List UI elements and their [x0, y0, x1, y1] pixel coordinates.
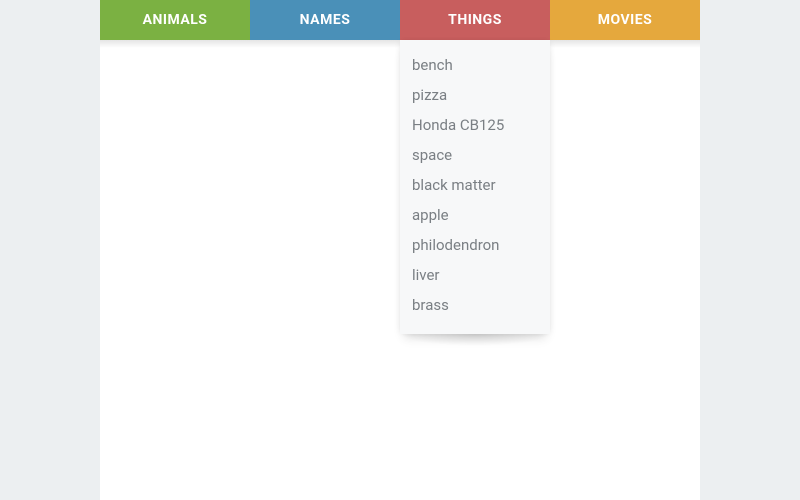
dropdown-item-label: philodendron	[412, 236, 499, 254]
dropdown-item[interactable]: liver	[400, 260, 550, 290]
dropdown-item[interactable]: black matter	[400, 170, 550, 200]
dropdown-item[interactable]: philodendron	[400, 230, 550, 260]
dropdown-item-label: bench	[412, 56, 453, 74]
dropdown-item-label: black matter	[412, 176, 496, 194]
tab-animals[interactable]: ANIMALS	[100, 0, 250, 40]
page-container: ANIMALS NAMES THINGS MOVIES bench pizza …	[100, 0, 700, 500]
dropdown-item[interactable]: space	[400, 140, 550, 170]
tab-label: NAMES	[300, 12, 351, 28]
dropdown-item-label: liver	[412, 266, 440, 284]
dropdown-item[interactable]: bench	[400, 50, 550, 80]
dropdown-item-label: pizza	[412, 86, 447, 104]
dropdown-item[interactable]: brass	[400, 290, 550, 320]
dropdown-item[interactable]: pizza	[400, 80, 550, 110]
tab-bar: ANIMALS NAMES THINGS MOVIES	[100, 0, 700, 40]
dropdown-item-label: Honda CB125	[412, 116, 504, 134]
tab-label: ANIMALS	[143, 12, 208, 28]
tab-names[interactable]: NAMES	[250, 0, 400, 40]
dropdown-item-label: space	[412, 146, 452, 164]
tab-label: THINGS	[448, 12, 502, 28]
tab-things[interactable]: THINGS	[400, 0, 550, 40]
dropdown-item[interactable]: apple	[400, 200, 550, 230]
tab-movies[interactable]: MOVIES	[550, 0, 700, 40]
tab-label: MOVIES	[598, 12, 653, 28]
dropdown-things: bench pizza Honda CB125 space black matt…	[400, 40, 550, 334]
dropdown-item-label: brass	[412, 296, 449, 314]
dropdown-item[interactable]: Honda CB125	[400, 110, 550, 140]
dropdown-item-label: apple	[412, 206, 449, 224]
